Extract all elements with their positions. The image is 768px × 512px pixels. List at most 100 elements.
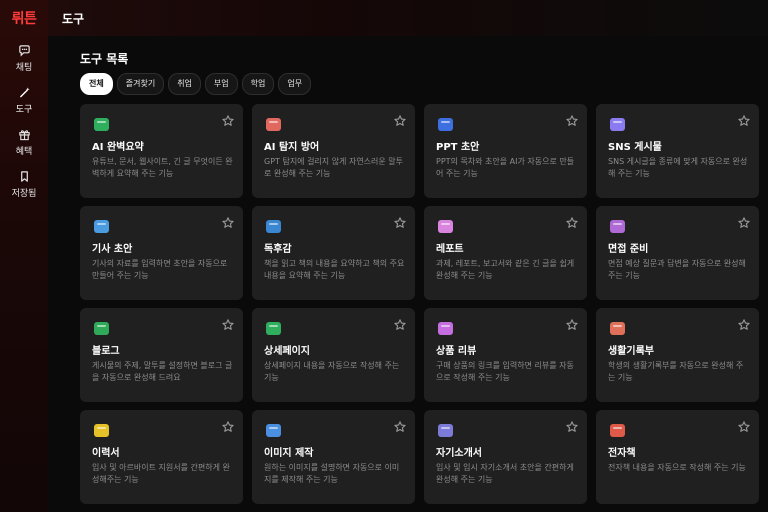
tool-description: GPT 탐지에 걸리지 않게 자연스러운 말투로 완성해 주는 기능 [264, 157, 404, 178]
tool-title: 독후감 [264, 244, 292, 255]
favorite-star-icon[interactable] [737, 317, 751, 331]
brand-logo[interactable]: 뤼튼 [0, 8, 48, 28]
tool-description: 구매 상품의 링크를 입력하면 리뷰를 자동으로 작성해 주는 기능 [436, 361, 574, 382]
tool-description: PPT의 목차와 초안을 AI가 자동으로 만들어 주는 기능 [436, 157, 575, 178]
briefcase-icon [610, 220, 625, 233]
filter-chip-job[interactable]: 취업 [168, 73, 201, 95]
favorite-star-icon[interactable] [565, 419, 579, 433]
sidebar-item-benefits[interactable]: 혜택 [0, 128, 48, 157]
favorite-star-icon[interactable] [393, 215, 407, 229]
tool-card[interactable]: AI 완벽요약 유튜브, 문서, 웹사이트, 긴 글 무엇이든 완벽하게 요약해 … [80, 104, 243, 198]
tool-card[interactable]: 이력서입사 및 아르바이트 지원서를 간편하게 완성해주는 기능 [80, 410, 243, 504]
favorite-star-icon[interactable] [221, 317, 235, 331]
favorite-star-icon[interactable] [737, 113, 751, 127]
tool-card[interactable]: 레포트과제, 레포트, 보고서와 같은 긴 글을 쉽게 완성해 주는 기능 [424, 206, 587, 300]
tool-title: 이력서 [92, 448, 120, 459]
tool-title: SNS 게시물 [608, 142, 662, 153]
tool-title: PPT 초안 [436, 142, 480, 153]
tool-card[interactable]: 기사 초안기사의 자료를 입력하면 초안을 자동으로 만들어 주는 기능 [80, 206, 243, 300]
tool-description: 게시물의 주제, 말투를 설정하면 블로그 글을 자동으로 완성해 드려요 [92, 361, 233, 382]
store-icon [266, 322, 281, 335]
favorite-star-icon[interactable] [565, 317, 579, 331]
sidebar-item-label: 혜택 [15, 147, 33, 157]
tool-description: 과제, 레포트, 보고서와 같은 긴 글을 쉽게 완성해 주는 기능 [436, 259, 575, 280]
favorite-star-icon[interactable] [737, 419, 751, 433]
favorite-star-icon[interactable] [737, 215, 751, 229]
tool-description: SNS 게시글을 종류에 맞게 자동으로 완성해 주는 기능 [608, 157, 748, 178]
favorite-star-icon[interactable] [565, 113, 579, 127]
phone-icon [610, 118, 625, 131]
tool-title: 생활기록부 [608, 346, 654, 357]
tool-card[interactable]: 면접 준비면접 예상 질문과 답변을 자동으로 완성해 주는 기능 [596, 206, 759, 300]
self-intro-icon [438, 424, 453, 437]
tool-description: 면접 예상 질문과 답변을 자동으로 완성해 주는 기능 [608, 259, 746, 280]
section-title: 도구 목록 [80, 52, 129, 66]
tool-description: 상세페이지 내용을 자동으로 작성해 주는 기능 [264, 361, 400, 382]
sidebar-item-label: 저장됨 [11, 189, 37, 199]
filter-chip-work[interactable]: 업무 [278, 73, 312, 95]
filter-chip-all[interactable]: 전체 [80, 73, 113, 95]
sidebar-item-saved[interactable]: 저장됨 [0, 170, 48, 199]
tool-title: 면접 준비 [608, 244, 649, 255]
tool-card[interactable]: 생활기록부학생의 생활기록부를 자동으로 완성해 주는 기능 [596, 308, 759, 402]
tool-title: 레포트 [436, 244, 464, 255]
tool-description: 책을 읽고 책의 내용을 요약하고 책의 주요 내용을 요약해 주는 기능 [264, 259, 405, 280]
tool-card[interactable]: AI 탐지 방어 GPT 탐지에 걸리지 않게 자연스러운 말투로 완성해 주는 … [252, 104, 415, 198]
gift-icon [18, 130, 30, 141]
resume-icon [94, 424, 109, 437]
tool-description: 학생의 생활기록부를 자동으로 완성해 주는 기능 [608, 361, 744, 382]
bookmark-icon [20, 171, 28, 182]
chat-bubble-icon [18, 45, 30, 57]
favorite-star-icon[interactable] [221, 215, 235, 229]
page-title: 도구 [62, 12, 85, 26]
tool-title: 전자책 [608, 448, 636, 459]
magic-wand-icon [19, 87, 30, 98]
top-bar: 도구 [48, 0, 768, 37]
tool-card[interactable]: 상세페이지상세페이지 내용을 자동으로 작성해 주는 기능 [252, 308, 415, 402]
filter-chip-side-job[interactable]: 부업 [204, 73, 238, 95]
favorite-star-icon[interactable] [393, 113, 407, 127]
tool-card[interactable]: SNS 게시물 SNS 게시글을 종류에 맞게 자동으로 완성해 주는 기능 [596, 104, 759, 198]
sidebar-item-label: 채팅 [15, 63, 33, 73]
tool-card[interactable]: PPT 초안 PPT의 목차와 초안을 AI가 자동으로 만들어 주는 기능 [424, 104, 587, 198]
sidebar: 뤼튼 채팅 도구 혜택 저장됨 [0, 0, 49, 512]
tool-card[interactable]: 블로그게시물의 주제, 말투를 설정하면 블로그 글을 자동으로 완성해 드려요 [80, 308, 243, 402]
tool-description: 전자책 내용을 자동으로 작성해 주는 기능 [608, 463, 746, 472]
book-icon [266, 220, 281, 233]
favorite-star-icon[interactable] [565, 215, 579, 229]
tool-description: 입사 및 아르바이트 지원서를 간편하게 완성해주는 기능 [92, 463, 230, 484]
tool-title: 상세페이지 [264, 346, 310, 357]
filter-chip-favorites[interactable]: 즐겨찾기 [116, 73, 165, 95]
tool-description: 원하는 이미지를 설명하면 자동으로 이미지를 제작해 주는 기능 [264, 463, 400, 484]
review-icon [438, 322, 453, 335]
filter-chips: 전체 즐겨찾기 취업 부업 학업 업무 [80, 73, 312, 95]
sidebar-item-chat[interactable]: 채팅 [0, 44, 48, 73]
tool-title: 상품 리뷰 [436, 346, 477, 357]
tool-card[interactable]: 이미지 제작원하는 이미지를 설명하면 자동으로 이미지를 제작해 주는 기능 [252, 410, 415, 504]
summary-icon [94, 118, 109, 131]
tool-card[interactable]: 전자책전자책 내용을 자동으로 작성해 주는 기능 [596, 410, 759, 504]
favorite-star-icon[interactable] [393, 317, 407, 331]
sidebar-item-tools[interactable]: 도구 [0, 86, 48, 115]
tool-card[interactable]: 독후감책을 읽고 책의 내용을 요약하고 책의 주요 내용을 요약해 주는 기능 [252, 206, 415, 300]
favorite-star-icon[interactable] [221, 419, 235, 433]
tool-title: 블로그 [92, 346, 120, 357]
report-icon [438, 220, 453, 233]
shield-icon [266, 118, 281, 131]
main-content: 도구 목록 전체 즐겨찾기 취업 부업 학업 업무 AI 완벽요약 유튜브, 문서… [48, 36, 768, 512]
school-icon [610, 322, 625, 335]
blog-icon [94, 322, 109, 335]
newspaper-icon [94, 220, 109, 233]
tool-card[interactable]: 자기소개서입사 및 입시 자기소개서 초안을 간편하게 완성해 주는 기능 [424, 410, 587, 504]
favorite-star-icon[interactable] [221, 113, 235, 127]
tool-title: 기사 초안 [92, 244, 133, 255]
sidebar-item-label: 도구 [15, 105, 33, 115]
tool-title: 자기소개서 [436, 448, 482, 459]
favorite-star-icon[interactable] [393, 419, 407, 433]
tool-title: 이미지 제작 [264, 448, 314, 459]
tool-description: 입사 및 입시 자기소개서 초안을 간편하게 완성해 주는 기능 [436, 463, 574, 484]
tool-card[interactable]: 상품 리뷰구매 상품의 링크를 입력하면 리뷰를 자동으로 작성해 주는 기능 [424, 308, 587, 402]
tool-description: 기사의 자료를 입력하면 초안을 자동으로 만들어 주는 기능 [92, 259, 228, 280]
filter-chip-study[interactable]: 학업 [241, 73, 275, 95]
tool-description: 유튜브, 문서, 웹사이트, 긴 글 무엇이든 완벽하게 요약해 주는 기능 [92, 157, 233, 178]
